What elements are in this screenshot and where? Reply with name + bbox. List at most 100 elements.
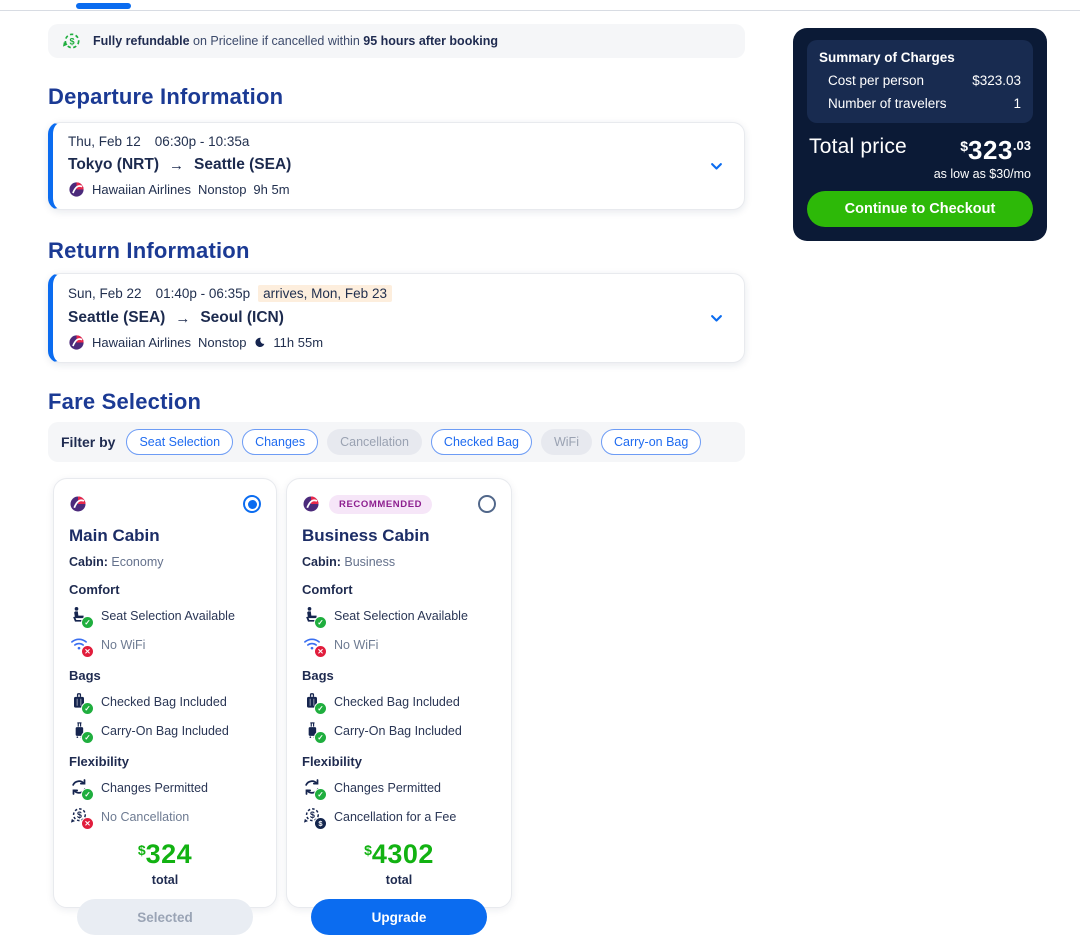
return-flight-card[interactable]: Sun, Feb 22 01:40p - 06:35p arrives, Mon…	[48, 273, 745, 363]
checked-bag-icon: ✓	[69, 691, 94, 715]
fare-card-main-cabin[interactable]: Main Cabin Cabin: Economy Comfort ✓ Seat…	[53, 478, 277, 935]
departure-date-times: Thu, Feb 12 06:30p - 10:35a	[68, 134, 698, 149]
departure-heading: Departure Information	[48, 84, 284, 109]
financing-note: as low as $30/mo	[933, 167, 1031, 181]
changes-cycle-icon: ✓	[69, 777, 94, 801]
departure-times: 06:30p - 10:35a	[154, 134, 250, 149]
amenity-label: No Cancellation	[101, 809, 190, 824]
dollar-badge-icon: $	[314, 817, 327, 830]
selected-button[interactable]: Selected	[77, 899, 253, 935]
fare-radio-selected[interactable]	[243, 495, 261, 513]
amenity-wifi: ✕ No WiFi	[69, 634, 261, 658]
price-caption: total	[151, 873, 179, 887]
summary-row-travelers: Number of travelers 1	[819, 96, 1021, 111]
departure-date: Thu, Feb 12	[68, 134, 141, 149]
departure-flight-card[interactable]: Thu, Feb 12 06:30p - 10:35a Tokyo (NRT) …	[48, 122, 745, 210]
filter-pill-carry-on-bag[interactable]: Carry-on Bag	[600, 429, 702, 455]
changes-cycle-icon: ✓	[302, 777, 327, 801]
amenity-carry-on: ✓ Carry-On Bag Included	[302, 720, 496, 744]
filter-pill-checked-bag[interactable]: Checked Bag	[430, 429, 532, 455]
refundable-hours: 95 hours after booking	[363, 34, 499, 48]
check-badge-icon: ✓	[314, 616, 327, 629]
fare-name: Business Cabin	[302, 526, 430, 545]
return-date: Sun, Feb 22	[68, 286, 142, 301]
wifi-icon: ✕	[69, 634, 94, 658]
price-caption: total	[385, 873, 413, 887]
check-badge-icon: ✓	[81, 731, 94, 744]
departure-airline: Hawaiian Airlines	[92, 182, 191, 197]
overnight-moon-icon	[253, 336, 266, 349]
return-destination: Seoul (ICN)	[200, 309, 284, 326]
total-currency: $	[960, 138, 969, 154]
departure-duration: 9h 5m	[253, 182, 290, 197]
filter-pill-changes[interactable]: Changes	[242, 429, 319, 455]
price-amount: 4302	[371, 839, 434, 869]
fare-selection-heading: Fare Selection	[48, 389, 202, 414]
chevron-down-icon[interactable]	[709, 159, 724, 174]
fare-filter-bar: Filter by Seat Selection Changes Cancell…	[48, 422, 745, 462]
fare-cards-row: Main Cabin Cabin: Economy Comfort ✓ Seat…	[53, 478, 745, 935]
cabin-value: Economy	[111, 555, 164, 569]
refundable-text: Fully refundable on Priceline if cancell…	[93, 34, 498, 48]
active-tab-indicator[interactable]	[76, 3, 131, 9]
amenity-label: Changes Permitted	[101, 780, 209, 795]
recommended-badge: RECOMMENDED	[329, 494, 433, 514]
fare-radio-unselected[interactable]	[478, 495, 496, 513]
summary-row-label: Cost per person	[828, 73, 925, 88]
hawaiian-airlines-logo-icon	[68, 181, 85, 198]
amenity-label: Carry-On Bag Included	[334, 723, 462, 738]
wifi-icon: ✕	[302, 634, 327, 658]
x-badge-icon: ✕	[81, 817, 94, 830]
total-cents: .03	[1012, 138, 1031, 153]
total-price-row: Total price $323.03 as low as $30/mo	[807, 135, 1033, 181]
total-amount: 323	[968, 135, 1013, 165]
refundable-middle: on Priceline if cancelled within	[193, 34, 360, 48]
amenity-checked-bag: ✓ Checked Bag Included	[69, 691, 261, 715]
departure-route: Tokyo (NRT) → Seattle (SEA)	[68, 156, 698, 174]
return-date-times: Sun, Feb 22 01:40p - 06:35p arrives, Mon…	[68, 285, 698, 302]
filter-pill-seat-selection[interactable]: Seat Selection	[126, 429, 234, 455]
fare-price: $324	[69, 839, 261, 870]
cancellation-dollar-icon: $ ✕	[69, 806, 94, 830]
amenity-carry-on: ✓ Carry-On Bag Included	[69, 720, 261, 744]
fare-price: $4302	[302, 839, 496, 870]
summary-row-value: $323.03	[972, 73, 1021, 88]
amenity-label: Cancellation for a Fee	[334, 809, 457, 824]
return-airline-row: Hawaiian Airlines Nonstop 11h 55m	[68, 334, 698, 351]
checked-bag-icon: ✓	[302, 691, 327, 715]
section-bags: Bags	[69, 668, 101, 683]
section-bags: Bags	[302, 668, 334, 683]
refund-cycle-icon: $	[62, 31, 82, 51]
amenity-label: Carry-On Bag Included	[101, 723, 229, 738]
price-currency: $	[137, 842, 146, 858]
carry-on-bag-icon: ✓	[69, 720, 94, 744]
upgrade-button[interactable]: Upgrade	[311, 899, 487, 935]
fare-card-header	[69, 493, 261, 515]
arrival-note-badge: arrives, Mon, Feb 23	[258, 285, 392, 302]
cabin-line: Cabin: Economy	[69, 555, 261, 569]
departure-stops: Nonstop	[198, 182, 247, 197]
amenity-checked-bag: ✓ Checked Bag Included	[302, 691, 496, 715]
amenity-label: Seat Selection Available	[101, 608, 235, 623]
seat-icon: ✓	[69, 605, 94, 629]
filter-pill-wifi: WiFi	[540, 429, 592, 455]
cancellation-dollar-icon: $ $	[302, 806, 327, 830]
refundable-bold: Fully refundable	[93, 34, 190, 48]
carry-on-bag-icon: ✓	[302, 720, 327, 744]
svg-text:$: $	[69, 36, 74, 46]
continue-to-checkout-button[interactable]: Continue to Checkout	[807, 191, 1033, 227]
chevron-down-icon[interactable]	[709, 311, 724, 326]
amenity-wifi: ✕ No WiFi	[302, 634, 496, 658]
cabin-value: Business	[344, 555, 396, 569]
amenity-label: No WiFi	[334, 637, 379, 652]
section-flexibility: Flexibility	[302, 754, 362, 769]
check-badge-icon: ✓	[81, 788, 94, 801]
hawaiian-airlines-logo-icon	[69, 495, 87, 513]
check-badge-icon: ✓	[314, 702, 327, 715]
price-amount: 324	[145, 839, 193, 869]
departure-airline-row: Hawaiian Airlines Nonstop 9h 5m	[68, 181, 698, 198]
route-arrow-icon: →	[168, 156, 184, 174]
amenity-cancellation: $ $ Cancellation for a Fee	[302, 806, 496, 830]
amenity-cancellation: $ ✕ No Cancellation	[69, 806, 261, 830]
fare-card-business-cabin[interactable]: RECOMMENDED Business Cabin Cabin: Busine…	[286, 478, 512, 935]
